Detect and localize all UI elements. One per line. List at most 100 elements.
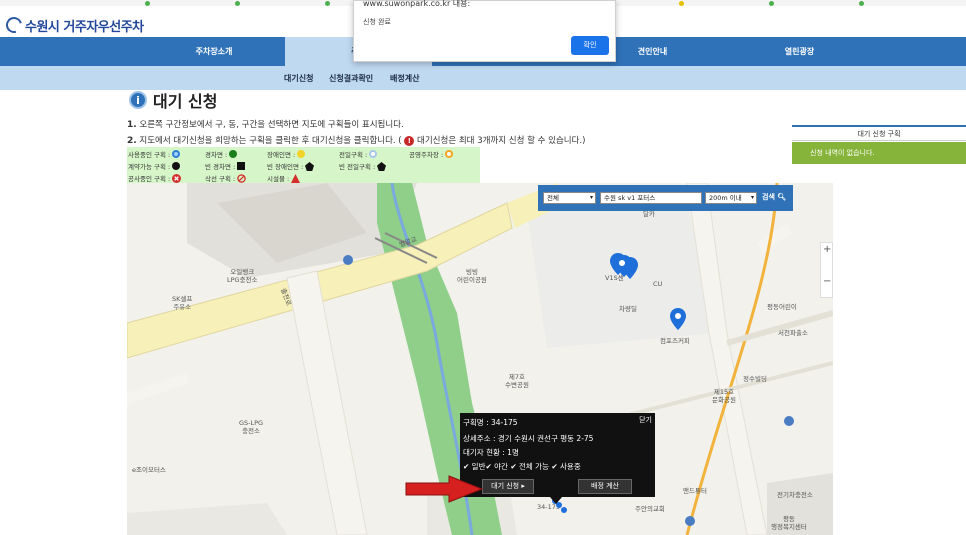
legend-label: 경차면 : xyxy=(205,151,228,159)
map-label-motors[interactable]: e조이모터스 xyxy=(132,466,166,474)
legend-label: 시설물 : xyxy=(267,175,290,183)
legend-construction: 공사중인 구획 : xyxy=(128,173,182,183)
map-label-center[interactable]: 정수빌딩 xyxy=(743,375,767,383)
legend-empty-disabled: 빈 장애인면 : xyxy=(267,161,315,171)
category-select[interactable]: 전체 ▾ xyxy=(543,192,596,204)
legend-label: 전일구획 : xyxy=(339,151,368,159)
red-warning-triangle-icon xyxy=(291,173,301,183)
map-label-church[interactable]: 주안의교회 xyxy=(635,505,665,513)
page-title: i 대기 신청 xyxy=(129,88,217,112)
map-label-cu[interactable]: CU xyxy=(653,280,662,288)
green-circle-icon xyxy=(229,150,238,158)
site-logo-text: 수원시 거주자우선주차 xyxy=(25,19,144,35)
nav-open-plaza[interactable]: 열린광장 xyxy=(726,37,873,66)
step-1-number: 1. xyxy=(127,120,137,130)
guide-step-1: 1. 오른쪽 구간정보에서 구, 동, 구간을 선택하면 지도에 구획들이 표시… xyxy=(127,118,404,130)
yellow-circle-icon xyxy=(297,150,306,158)
step-2-note: 대기신청은 최대 3개까지 신청 할 수 있습니다.) xyxy=(417,136,586,146)
popup-flags: ✔ 일반✔ 야간 ✔ 전체 가능 ✔ 사용중 xyxy=(463,462,581,471)
map-label-gas[interactable]: 오일뱅크 LPG충전소 xyxy=(227,268,258,284)
blue-circle-icon xyxy=(172,150,181,158)
sidebar-waiting-header: 대기 신청 구획 xyxy=(792,125,966,141)
chevron-down-icon: ▾ xyxy=(589,194,593,201)
legend-label: 공사중인 구획 : xyxy=(128,175,171,183)
map-label-cafe[interactable]: 달카 xyxy=(643,210,655,218)
bookmark-dot-icon[interactable] xyxy=(769,1,774,6)
radius-value: 200m 이내 xyxy=(709,194,742,202)
bookmark-dot-icon[interactable] xyxy=(859,1,864,6)
black-square-icon xyxy=(237,162,246,170)
popup-waiting-count: 대기자 현황 : 1명 xyxy=(463,448,519,457)
black-pentagon-icon xyxy=(305,161,315,171)
legend-label: 장애인면 : xyxy=(267,151,296,159)
map-label-market[interactable]: 차량딜 xyxy=(619,305,637,313)
map-label-welfare[interactable]: 평동 행정복지센터 xyxy=(771,515,807,531)
legend-label: 삭선 구획 : xyxy=(205,175,236,183)
bookmark-dot-icon[interactable] xyxy=(679,1,684,6)
red-x-circle-icon xyxy=(172,173,182,183)
legend-empty-compact: 빈 경차면 : xyxy=(205,161,246,171)
alert-host: www.suwonpark.co.kr 내용: xyxy=(363,0,471,8)
subnav-result-check[interactable]: 신청결과확인 xyxy=(329,73,373,84)
guide-step-2: 2. 지도에서 대기신청을 희망하는 구획을 클릭한 후 대기신청을 클릭합니다… xyxy=(127,134,585,146)
category-value: 전체 xyxy=(547,194,559,202)
legend-contractable: 계약가능 구획 : xyxy=(128,161,181,171)
site-logo[interactable]: 수원시 거주자우선주차 xyxy=(3,14,144,36)
alert-message: 신청 완료 xyxy=(363,18,391,26)
map-label-compose[interactable]: 컴포즈커피 xyxy=(660,337,690,345)
caret-icon: ▸ xyxy=(521,482,525,490)
step-2-number: 2. xyxy=(127,136,137,146)
map-label-daycare[interactable]: 평동어린이 xyxy=(767,303,797,311)
zoom-in-icon[interactable]: + xyxy=(823,244,831,255)
search-label: 검색 xyxy=(762,193,775,201)
alert-ok-button[interactable]: 확인 xyxy=(571,36,609,55)
nav-parking-intro[interactable]: 주차장소개 xyxy=(143,37,285,66)
black-pentagon-icon xyxy=(377,161,387,171)
orange-circle-icon xyxy=(445,150,454,158)
popup-close-button[interactable]: 닫기 xyxy=(639,415,652,425)
sidebar-empty-message: 신청 내역이 없습니다. xyxy=(792,142,966,164)
bookmark-dot-icon[interactable] xyxy=(145,1,150,6)
zoom-control[interactable]: + − xyxy=(820,242,833,298)
map-legend: 사용중인 구획 : 경차면 : 장애인면 : 전일구획 : 공영주차장 : 계약… xyxy=(127,147,480,183)
browser-alert-dialog: www.suwonpark.co.kr 내용: 신청 완료 확인 xyxy=(353,0,616,62)
popup-tail xyxy=(550,497,562,504)
page-title-text: 대기 신청 xyxy=(153,92,218,111)
popup-address: 상세주소 : 경기 수원시 권선구 평동 2-75 xyxy=(463,434,594,443)
legend-label: 사용중인 구획 : xyxy=(128,151,171,159)
map-label-spot[interactable]: 34-175 xyxy=(537,503,560,511)
legend-label: 계약가능 구획 : xyxy=(128,163,171,171)
search-icon: 🔍︎ xyxy=(777,193,787,201)
zoom-out-icon[interactable]: − xyxy=(823,276,831,287)
bookmark-dot-icon[interactable] xyxy=(235,1,240,6)
map-label-mandu[interactable]: 맨드튜터 xyxy=(683,487,707,495)
map-search-bar: 전체 ▾ 수원 sk v1 포터스 200m 이내 ▾ xyxy=(538,185,793,211)
legend-deleted: 삭선 구획 : xyxy=(205,173,247,183)
radius-select[interactable]: 200m 이내 ▾ xyxy=(705,192,757,204)
bookmark-dot-icon[interactable] xyxy=(325,1,330,6)
search-button[interactable]: 검색 🔍︎ xyxy=(762,192,786,202)
subnav-assign-calc[interactable]: 배정계산 xyxy=(390,73,419,84)
map-label-sechun[interactable]: 서천파출소 xyxy=(778,329,808,337)
popup-spot-id: 구획명 : 34-175 xyxy=(463,418,518,427)
black-circle-icon xyxy=(172,162,181,170)
legend-compact: 경차면 : xyxy=(205,149,238,159)
legend-public-lot: 공영주차장 : xyxy=(409,149,454,159)
map-label-sk[interactable]: SK셀프 주유소 xyxy=(172,295,192,311)
assign-calc-button[interactable]: 배정 계산 xyxy=(578,479,632,494)
red-arrow-icon xyxy=(405,475,484,503)
warning-icon: ! xyxy=(404,136,415,146)
step-1-text: 오른쪽 구간정보에서 구, 동, 구간을 선택하면 지도에 구획들이 표시됩니다… xyxy=(139,120,404,130)
map-label-gs[interactable]: GS-LPG 충전소 xyxy=(239,419,263,435)
map-label-v1s[interactable]: V1S센 xyxy=(605,274,624,282)
subnav-waiting-apply[interactable]: 대기신청 xyxy=(284,73,313,84)
keyword-input[interactable]: 수원 sk v1 포터스 xyxy=(600,192,702,204)
map-label-charging[interactable]: 전기차충전소 xyxy=(777,491,813,499)
map-label-park7[interactable]: 제7호 수변공원 xyxy=(505,373,529,389)
apply-waiting-button[interactable]: 대기 신청 ▸ xyxy=(482,479,534,494)
map-label-fire[interactable]: 제15호 문화공원 xyxy=(712,388,736,404)
legend-label: 빈 장애인면 : xyxy=(267,163,304,171)
chevron-down-icon: ▾ xyxy=(750,194,754,201)
logo-crescent-icon xyxy=(3,14,25,36)
map-label-park[interactable]: 빙빙 어린이공원 xyxy=(457,268,487,284)
